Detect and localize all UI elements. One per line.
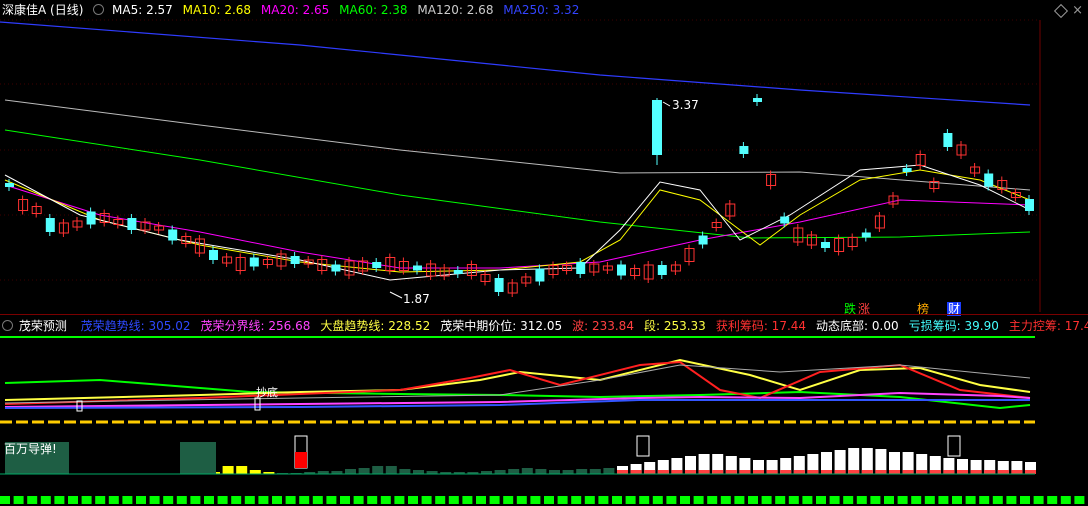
indicator-panels (0, 336, 1085, 504)
bomb-label: 百万导弹! (4, 442, 57, 456)
chaodi-label: 抄底 (256, 386, 278, 399)
